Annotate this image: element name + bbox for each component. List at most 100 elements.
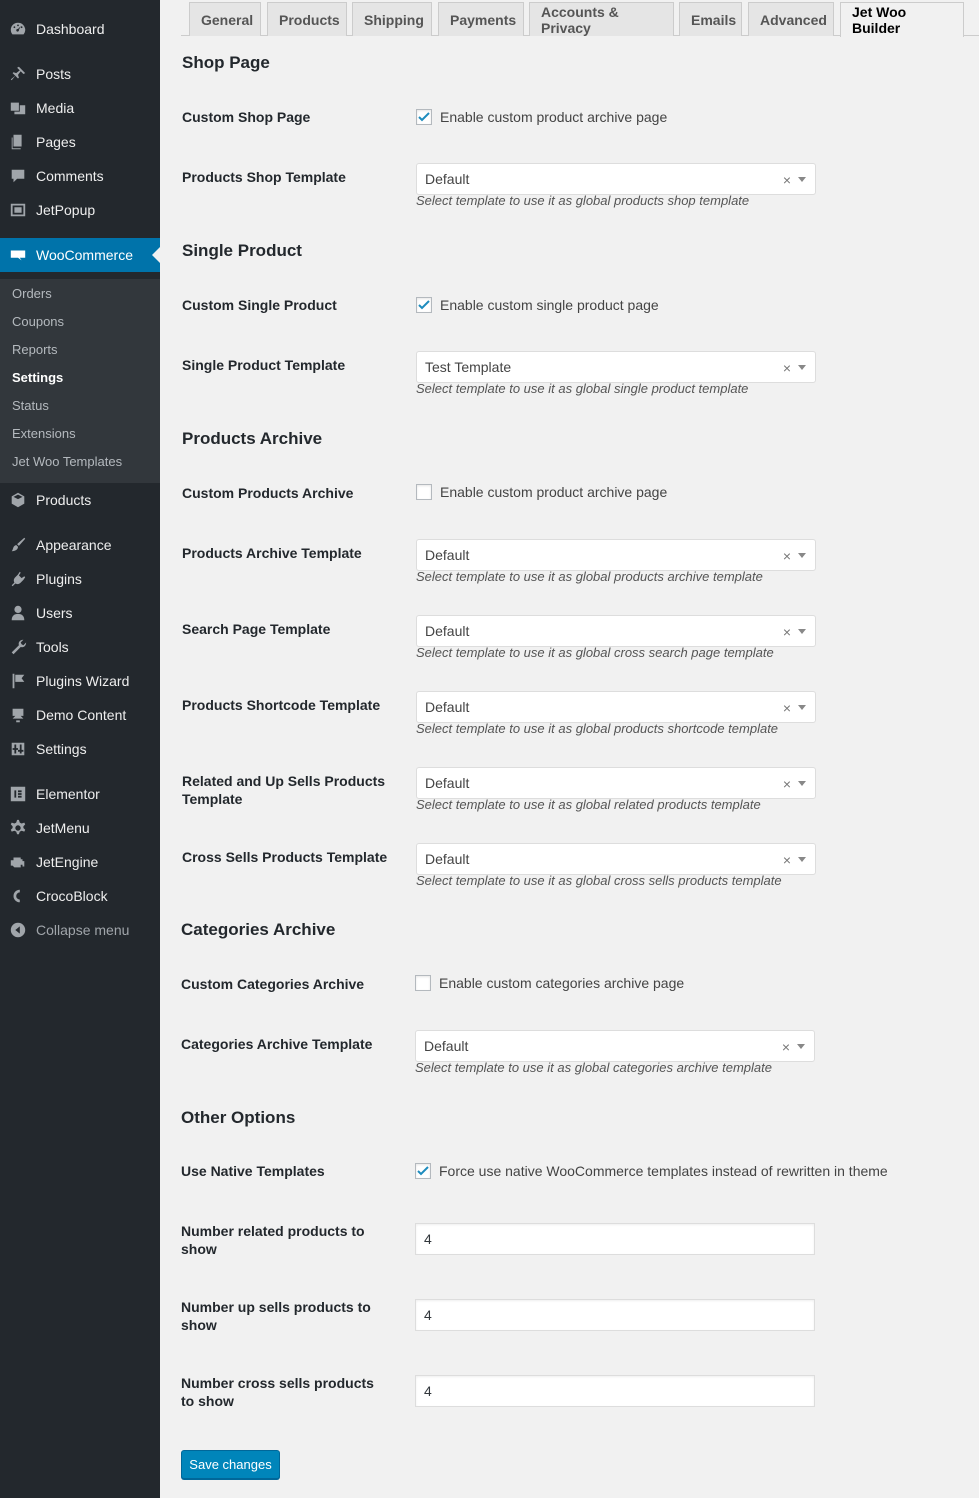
- submenu-extensions[interactable]: Extensions: [12, 425, 76, 443]
- chevron-down-icon[interactable]: [798, 365, 806, 370]
- select-categories-archive-template[interactable]: Default ×: [415, 1030, 815, 1062]
- checkbox-label: Enable custom categories archive page: [439, 975, 685, 991]
- menu-woocommerce[interactable]: WooCommerce: [0, 238, 160, 272]
- desc-products-shortcode-template: Select template to use it as global prod…: [416, 721, 779, 736]
- chevron-down-icon[interactable]: [798, 705, 806, 710]
- input-number-upsells[interactable]: 4: [415, 1299, 815, 1331]
- chevron-down-icon[interactable]: [798, 781, 806, 786]
- label-products-archive-template: Products Archive Template: [182, 545, 362, 561]
- menu-label: Collapse menu: [36, 922, 130, 938]
- submenu-reports[interactable]: Reports: [12, 341, 58, 359]
- section-title-other-options: Other Options: [181, 1108, 296, 1127]
- select-search-page-template[interactable]: Default ×: [416, 615, 816, 647]
- menu-label: Media: [36, 100, 75, 116]
- select-products-archive-template[interactable]: Default ×: [416, 539, 816, 571]
- label-number-upsells: Number up sells products to show: [181, 1299, 371, 1333]
- pin-icon: [0, 65, 36, 83]
- select-value: Test Template: [425, 359, 512, 375]
- checkbox-box[interactable]: [415, 975, 431, 991]
- menu-comments[interactable]: Comments: [0, 159, 160, 193]
- tab-accounts-privacy[interactable]: Accounts & Privacy: [529, 2, 674, 36]
- clear-icon[interactable]: ×: [783, 700, 791, 716]
- checkbox-label: Enable custom product archive page: [440, 109, 668, 125]
- menu-crocoblock[interactable]: CrocoBlock: [0, 879, 160, 913]
- tab-emails[interactable]: Emails: [679, 2, 742, 36]
- tab-general[interactable]: General: [189, 2, 261, 36]
- submenu-jet-woo-templates[interactable]: Jet Woo Templates: [12, 453, 122, 471]
- checkbox-custom-shop-page[interactable]: Enable custom product archive page: [416, 109, 667, 125]
- select-value: Default: [425, 851, 470, 867]
- label-number-cross-sells: Number cross sells products to show: [181, 1375, 374, 1409]
- menu-dashboard[interactable]: Dashboard: [0, 12, 160, 46]
- menu-label: JetEngine: [36, 854, 99, 870]
- menu-jetmenu[interactable]: JetMenu: [0, 811, 160, 845]
- chevron-down-icon[interactable]: [798, 177, 806, 182]
- checkbox-custom-products-archive[interactable]: Enable custom product archive page: [416, 484, 667, 500]
- label-products-shortcode-template: Products Shortcode Template: [182, 697, 381, 713]
- select-products-shortcode-template[interactable]: Default ×: [416, 691, 816, 723]
- clear-icon[interactable]: ×: [783, 360, 791, 376]
- menu-plugins-wizard[interactable]: Plugins Wizard: [0, 664, 160, 698]
- select-related-upsells-template[interactable]: Default ×: [416, 767, 816, 799]
- menu-tools[interactable]: Tools: [0, 630, 160, 664]
- checkbox-box[interactable]: [416, 484, 432, 500]
- menu-jetpopup[interactable]: JetPopup: [0, 193, 160, 227]
- menu-elementor[interactable]: Elementor: [0, 777, 160, 811]
- menu-pages[interactable]: Pages: [0, 125, 160, 159]
- desc-categories-archive-template: Select template to use it as global cate…: [415, 1060, 772, 1075]
- menu-demo-content[interactable]: Demo Content: [0, 698, 160, 732]
- tab-payments[interactable]: Payments: [438, 2, 524, 36]
- menu-media[interactable]: Media: [0, 91, 160, 125]
- chevron-down-icon[interactable]: [797, 1044, 805, 1049]
- checkbox-custom-single-product[interactable]: Enable custom single product page: [416, 297, 659, 313]
- menu-collapse[interactable]: Collapse menu: [0, 913, 160, 947]
- desc-products-shop-template: Select template to use it as global prod…: [416, 193, 750, 208]
- section-title-shop-page: Shop Page: [182, 53, 270, 72]
- select-products-shop-template[interactable]: Default ×: [416, 163, 816, 195]
- menu-products[interactable]: Products: [0, 483, 160, 517]
- menu-label: JetPopup: [36, 202, 96, 218]
- tab-advanced[interactable]: Advanced: [748, 2, 834, 36]
- checkbox-box[interactable]: [415, 1163, 431, 1179]
- input-number-cross-sells[interactable]: 4: [415, 1375, 815, 1407]
- clear-icon[interactable]: ×: [783, 548, 791, 564]
- tab-shipping[interactable]: Shipping: [352, 2, 432, 36]
- checkbox-custom-categories-archive[interactable]: Enable custom categories archive page: [415, 975, 684, 991]
- menu-label: Plugins: [36, 571, 82, 587]
- section-title-products-archive: Products Archive: [182, 429, 323, 448]
- menu-appearance[interactable]: Appearance: [0, 528, 160, 562]
- checkbox-box[interactable]: [416, 109, 432, 125]
- woo-icon: [0, 246, 36, 264]
- input-number-related[interactable]: 4: [415, 1223, 815, 1255]
- clear-icon[interactable]: ×: [783, 852, 791, 868]
- section-title-categories-archive: Categories Archive: [181, 920, 336, 939]
- elementor-icon: [0, 785, 36, 803]
- media-icon: [0, 99, 36, 117]
- submenu-coupons[interactable]: Coupons: [12, 313, 64, 331]
- plug-icon: [0, 570, 36, 588]
- chevron-down-icon[interactable]: [798, 857, 806, 862]
- menu-plugins[interactable]: Plugins: [0, 562, 160, 596]
- menu-users[interactable]: Users: [0, 596, 160, 630]
- clear-icon[interactable]: ×: [782, 1039, 790, 1055]
- menu-settings[interactable]: Settings: [0, 732, 160, 766]
- select-cross-sells-template[interactable]: Default ×: [416, 843, 816, 875]
- submenu-orders[interactable]: Orders: [12, 285, 52, 303]
- clear-icon[interactable]: ×: [783, 776, 791, 792]
- menu-posts[interactable]: Posts: [0, 57, 160, 91]
- chevron-down-icon[interactable]: [798, 553, 806, 558]
- tab-products[interactable]: Products: [267, 2, 347, 36]
- checkbox-box[interactable]: [416, 297, 432, 313]
- clear-icon[interactable]: ×: [783, 624, 791, 640]
- select-single-product-template[interactable]: Test Template ×: [416, 351, 816, 383]
- tab-jet-woo-builder[interactable]: Jet Woo Builder: [840, 2, 964, 37]
- save-changes-button[interactable]: Save changes: [181, 1450, 280, 1479]
- engine-icon: [0, 853, 36, 871]
- checkbox-use-native-templates[interactable]: Force use native WooCommerce templates i…: [415, 1163, 888, 1179]
- label-categories-archive-template: Categories Archive Template: [181, 1036, 373, 1052]
- chevron-down-icon[interactable]: [798, 629, 806, 634]
- clear-icon[interactable]: ×: [783, 172, 791, 188]
- submenu-settings[interactable]: Settings: [12, 369, 63, 387]
- menu-jetengine[interactable]: JetEngine: [0, 845, 160, 879]
- submenu-status[interactable]: Status: [12, 397, 49, 415]
